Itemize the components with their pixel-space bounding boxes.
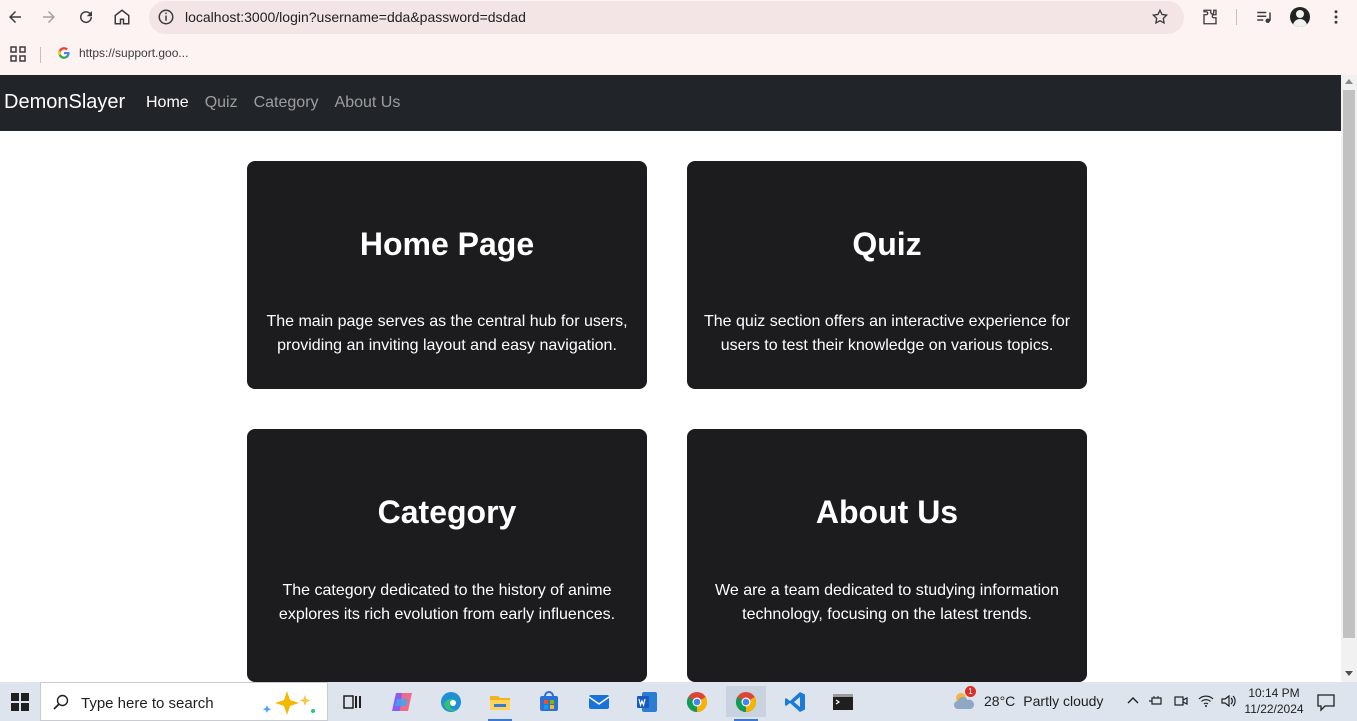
folder-icon xyxy=(490,695,510,710)
taskbar-edge[interactable] xyxy=(431,686,471,717)
weather-widget[interactable]: 1 28°C Partly cloudy xyxy=(952,686,1104,713)
card-text: The quiz section offers an interactive e… xyxy=(703,313,1071,354)
card-text: The main page serves as the central hub … xyxy=(266,313,628,354)
nav-link-quiz[interactable]: Quiz xyxy=(205,94,238,112)
reload-icon xyxy=(80,11,93,24)
playlist-icon xyxy=(1257,11,1271,23)
task-view-button[interactable] xyxy=(332,686,372,717)
weather-temperature: 28°C xyxy=(984,693,1016,709)
puzzle-icon xyxy=(1203,9,1217,25)
chevron-up-icon[interactable] xyxy=(1125,693,1141,709)
clock-date: 11/22/2024 xyxy=(1244,702,1304,716)
meet-now-icon[interactable] xyxy=(1173,693,1189,709)
taskbar-mail[interactable] xyxy=(579,686,619,717)
weather-badge: 1 xyxy=(965,686,976,697)
home-button[interactable] xyxy=(110,5,134,29)
taskbar-vscode[interactable] xyxy=(775,686,815,717)
bookmark-support-google[interactable]: https://support.goo... xyxy=(57,46,188,60)
page-scrollbar[interactable] xyxy=(1341,75,1357,682)
copilot-sparkle-icon[interactable] xyxy=(257,689,319,717)
clock-time: 10:14 PM xyxy=(1248,686,1300,700)
taskbar-word[interactable] xyxy=(627,686,667,717)
taskbar-clock[interactable]: 10:14 PM 11/22/2024 xyxy=(1240,685,1308,717)
volume-icon[interactable] xyxy=(1220,693,1236,709)
card-text: The category dedicated to the history of… xyxy=(278,582,616,623)
bookmarks-bar: https://support.goo... xyxy=(0,35,1357,75)
browser-chrome: localhost:3000/login?username=dda&passwo… xyxy=(0,0,1357,75)
copilot-icon xyxy=(392,692,412,711)
toolbar-divider xyxy=(1236,9,1237,25)
bookmark-label: https://support.goo... xyxy=(79,46,189,60)
web-page: DemonSlayer Home Quiz Category About Us … xyxy=(0,75,1341,682)
google-g-icon xyxy=(58,47,70,59)
extensions-button[interactable] xyxy=(1200,7,1220,27)
power-plug-icon[interactable] xyxy=(1148,693,1164,709)
card-title: Home Page xyxy=(359,226,535,262)
avatar-head xyxy=(1296,10,1304,18)
weather-description: Partly cloudy xyxy=(1023,693,1104,709)
word-icon xyxy=(637,691,657,712)
card-title: About Us xyxy=(815,494,959,530)
back-arrow-icon xyxy=(9,11,21,23)
terminal-icon xyxy=(833,693,853,710)
reload-button[interactable] xyxy=(74,5,98,29)
forward-button[interactable] xyxy=(37,5,61,29)
home-icon xyxy=(114,9,130,25)
card-quiz: Quiz The quiz section offers an interact… xyxy=(687,161,1087,389)
taskbar-chrome-profile[interactable] xyxy=(677,686,717,717)
start-button[interactable] xyxy=(0,682,40,721)
taskbar-store[interactable] xyxy=(529,686,569,717)
search-placeholder: Type here to search xyxy=(81,695,214,712)
bookmarks-divider xyxy=(40,47,41,63)
taskbar-copilot[interactable] xyxy=(382,686,422,717)
card-title: Quiz xyxy=(852,226,922,262)
partly-cloudy-icon: 1 xyxy=(952,686,976,713)
card-text: We are a team dedicated to studying info… xyxy=(715,582,1059,623)
site-info-icon[interactable] xyxy=(157,8,175,26)
back-button[interactable] xyxy=(3,5,27,29)
store-icon xyxy=(540,690,558,711)
nav-link-category[interactable]: Category xyxy=(254,94,319,112)
forward-arrow-icon xyxy=(43,11,55,23)
scroll-up-arrow-icon[interactable] xyxy=(1345,79,1353,84)
bookmark-star-icon[interactable] xyxy=(1151,8,1169,26)
task-view-icon xyxy=(343,694,361,709)
browser-toolbar: localhost:3000/login?username=dda&passwo… xyxy=(0,0,1357,35)
profile-avatar[interactable] xyxy=(1290,7,1310,27)
apps-grid-icon[interactable] xyxy=(10,46,26,62)
address-bar[interactable]: localhost:3000/login?username=dda&passwo… xyxy=(149,1,1184,34)
taskbar-chrome-active[interactable] xyxy=(726,686,766,721)
mail-icon xyxy=(588,694,610,709)
windows-taskbar: Type here to search 1 28°C Partly cloudy… xyxy=(0,682,1357,721)
card-category: Category The category dedicated to the h… xyxy=(247,429,647,682)
more-vertical-icon xyxy=(1334,10,1338,24)
card-about-us: About Us We are a team dedicated to stud… xyxy=(687,429,1087,682)
notification-center-icon[interactable] xyxy=(1316,692,1336,712)
card-title: Category xyxy=(377,494,517,530)
nav-link-about-us[interactable]: About Us xyxy=(335,94,401,112)
windows-logo-icon xyxy=(11,692,29,711)
taskbar-terminal[interactable] xyxy=(823,686,863,717)
scroll-down-arrow-icon[interactable] xyxy=(1345,671,1353,676)
site-brand[interactable]: DemonSlayer xyxy=(4,91,125,114)
taskbar-search-box[interactable]: Type here to search xyxy=(40,682,328,721)
taskbar-file-explorer[interactable] xyxy=(480,686,520,721)
card-home-page: Home Page The main page serves as the ce… xyxy=(247,161,647,389)
chrome-icon xyxy=(686,691,708,712)
wifi-icon[interactable] xyxy=(1198,693,1214,709)
media-control-button[interactable] xyxy=(1254,7,1274,27)
chrome-icon xyxy=(735,691,757,712)
scroll-thumb[interactable] xyxy=(1343,90,1355,638)
url-text[interactable]: localhost:3000/login?username=dda&passwo… xyxy=(185,9,526,25)
nav-link-home[interactable]: Home xyxy=(146,94,189,112)
nav-links: Home Quiz Category About Us xyxy=(146,94,400,112)
avatar-body xyxy=(1293,19,1307,27)
site-navbar: DemonSlayer Home Quiz Category About Us xyxy=(0,75,1341,131)
edge-icon xyxy=(441,691,461,712)
search-icon xyxy=(53,694,69,710)
vscode-icon xyxy=(785,691,805,712)
chrome-menu-button[interactable] xyxy=(1326,7,1346,27)
